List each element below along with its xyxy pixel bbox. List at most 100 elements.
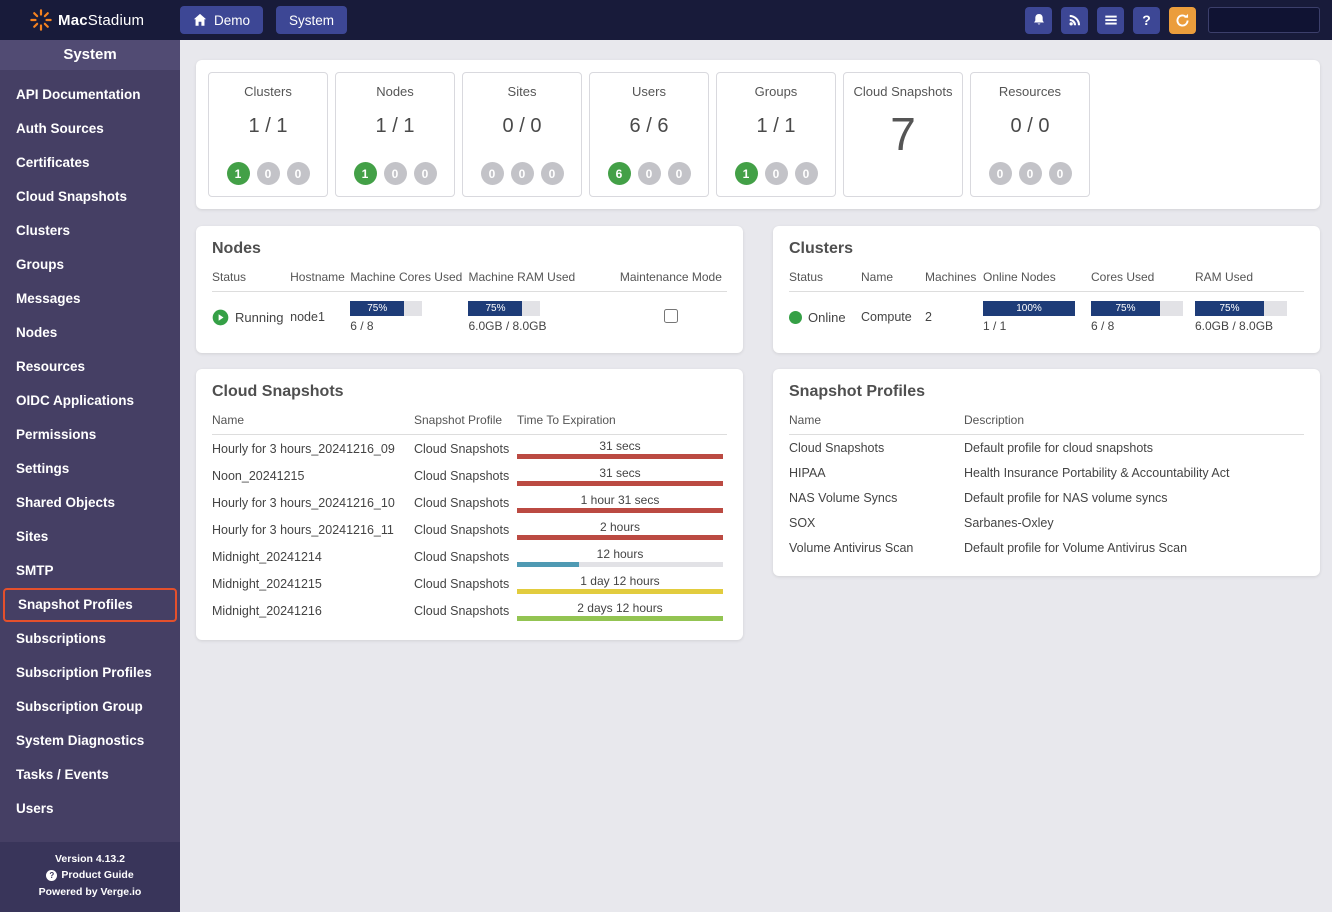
- profile-row[interactable]: Cloud Snapshots Default profile for clou…: [789, 435, 1304, 461]
- snapshot-row[interactable]: Midnight_20241215 Cloud Snapshots 1 day …: [212, 570, 727, 597]
- profile-description: Default profile for NAS volume syncs: [964, 485, 1304, 510]
- cluster-machines: 2: [925, 292, 983, 338]
- topbar-search-box[interactable]: [1208, 7, 1320, 33]
- maintenance-mode-checkbox[interactable]: [664, 309, 678, 323]
- cluster-row[interactable]: Online Compute 2 100% 1 / 1: [789, 292, 1304, 338]
- status-badge: 1: [354, 162, 377, 185]
- product-guide-label: Product Guide: [61, 867, 133, 883]
- macstadium-logo[interactable]: MacStadium: [0, 9, 180, 31]
- profile-name: Volume Antivirus Scan: [789, 535, 964, 560]
- status-badge: 0: [287, 162, 310, 185]
- status-badge: 6: [608, 162, 631, 185]
- sidebar-item-shared-objects[interactable]: Shared Objects: [0, 486, 180, 520]
- sidebar-item-messages[interactable]: Messages: [0, 282, 180, 316]
- status-badge: 0: [414, 162, 437, 185]
- profile-name: HIPAA: [789, 460, 964, 485]
- stat-title: Sites: [508, 84, 537, 99]
- stat-value: 0 / 0: [503, 115, 542, 138]
- snapshot-row[interactable]: Hourly for 3 hours_20241216_11 Cloud Sna…: [212, 516, 727, 543]
- main-content: Clusters 1 / 1 1 0 0 Nodes 1 / 1 1 0 0 S…: [180, 40, 1332, 912]
- snapshot-row[interactable]: Noon_20241215 Cloud Snapshots 31 secs: [212, 462, 727, 489]
- sidebar-item-smtp[interactable]: SMTP: [0, 554, 180, 588]
- profile-row[interactable]: HIPAA Health Insurance Portability & Acc…: [789, 460, 1304, 485]
- sidebar-item-cloud-snapshots[interactable]: Cloud Snapshots: [0, 180, 180, 214]
- cluster-status: Online: [808, 310, 846, 325]
- stat-box-resources[interactable]: Resources 0 / 0 0 0 0: [970, 72, 1090, 197]
- sidebar-item-nodes[interactable]: Nodes: [0, 316, 180, 350]
- stat-value: 1 / 1: [376, 115, 415, 138]
- online-nodes-detail: 1 / 1: [983, 319, 1087, 333]
- snapshot-row[interactable]: Hourly for 3 hours_20241216_09 Cloud Sna…: [212, 435, 727, 463]
- logs-button[interactable]: [1097, 7, 1124, 34]
- system-button[interactable]: System: [276, 6, 347, 34]
- nodes-table: Status Hostname Machine Cores Used Machi…: [212, 268, 727, 337]
- sidebar-section-title: System: [0, 40, 180, 70]
- sidebar-item-users[interactable]: Users: [0, 792, 180, 826]
- stat-title: Groups: [755, 84, 798, 99]
- sidebar-item-permissions[interactable]: Permissions: [0, 418, 180, 452]
- stat-title: Nodes: [376, 84, 414, 99]
- cores-used-detail: 6 / 8: [350, 319, 464, 333]
- node-row[interactable]: Running node1 75% 6 / 8: [212, 292, 727, 338]
- sidebar-item-oidc-applications[interactable]: OIDC Applications: [0, 384, 180, 418]
- snapshot-row[interactable]: Hourly for 3 hours_20241216_10 Cloud Sna…: [212, 489, 727, 516]
- profile-row[interactable]: Volume Antivirus Scan Default profile fo…: [789, 535, 1304, 560]
- sidebar-item-resources[interactable]: Resources: [0, 350, 180, 384]
- expiration-label: 31 secs: [517, 466, 723, 480]
- sidebar-item-clusters[interactable]: Clusters: [0, 214, 180, 248]
- clusters-card: Clusters Status Name Machines Online Nod…: [773, 226, 1320, 353]
- status-badge: 1: [735, 162, 758, 185]
- status-badge: 0: [257, 162, 280, 185]
- online-status-icon: [789, 311, 802, 324]
- feed-button[interactable]: [1061, 7, 1088, 34]
- column-header: Cores Used: [1091, 268, 1195, 292]
- stat-box-users[interactable]: Users 6 / 6 6 0 0: [589, 72, 709, 197]
- nodes-card: Nodes Status Hostname Machine Cores Used…: [196, 226, 743, 353]
- stat-box-nodes[interactable]: Nodes 1 / 1 1 0 0: [335, 72, 455, 197]
- stat-title: Users: [632, 84, 666, 99]
- snapshot-profile: Cloud Snapshots: [414, 516, 517, 543]
- status-badge: 0: [795, 162, 818, 185]
- sidebar-item-sites[interactable]: Sites: [0, 520, 180, 554]
- stat-box-cloud-snapshots[interactable]: Cloud Snapshots 7: [843, 72, 963, 197]
- stat-box-sites[interactable]: Sites 0 / 0 0 0 0: [462, 72, 582, 197]
- running-status-icon: [212, 309, 229, 326]
- sidebar-item-settings[interactable]: Settings: [0, 452, 180, 486]
- status-badge: 0: [638, 162, 661, 185]
- help-button[interactable]: ?: [1133, 7, 1160, 34]
- notifications-button[interactable]: [1025, 7, 1052, 34]
- snapshot-name: Midnight_20241215: [212, 570, 414, 597]
- sidebar-item-certificates[interactable]: Certificates: [0, 146, 180, 180]
- snapshot-profile: Cloud Snapshots: [414, 543, 517, 570]
- product-guide-link[interactable]: ? Product Guide: [6, 867, 174, 883]
- stat-value: 1 / 1: [249, 115, 288, 138]
- sidebar-item-api-documentation[interactable]: API Documentation: [0, 78, 180, 112]
- expiration-bar: [517, 481, 723, 486]
- column-header: RAM Used: [1195, 268, 1304, 292]
- sidebar-item-auth-sources[interactable]: Auth Sources: [0, 112, 180, 146]
- sidebar-item-subscription-profiles[interactable]: Subscription Profiles: [0, 656, 180, 690]
- status-badge: 0: [668, 162, 691, 185]
- profile-row[interactable]: SOX Sarbanes-Oxley: [789, 510, 1304, 535]
- snapshot-profiles-table: Name Description Cloud Snapshots Default…: [789, 411, 1304, 560]
- cores-used-detail: 6 / 8: [1091, 319, 1191, 333]
- sidebar-item-system-diagnostics[interactable]: System Diagnostics: [0, 724, 180, 758]
- demo-button[interactable]: Demo: [180, 6, 263, 34]
- sidebar-item-tasks-events[interactable]: Tasks / Events: [0, 758, 180, 792]
- sidebar-item-snapshot-profiles[interactable]: Snapshot Profiles: [3, 588, 177, 622]
- snapshot-name: Hourly for 3 hours_20241216_11: [212, 516, 414, 543]
- system-button-label: System: [289, 13, 334, 28]
- cores-used-bar: 75%: [350, 301, 422, 316]
- sidebar-item-subscriptions[interactable]: Subscriptions: [0, 622, 180, 656]
- sidebar-item-subscription-group[interactable]: Subscription Group: [0, 690, 180, 724]
- snapshot-row[interactable]: Midnight_20241214 Cloud Snapshots 12 hou…: [212, 543, 727, 570]
- column-header: Machine Cores Used: [350, 268, 468, 292]
- expiration-bar: [517, 616, 723, 621]
- refresh-button[interactable]: [1169, 7, 1196, 34]
- snapshot-row[interactable]: Midnight_20241216 Cloud Snapshots 2 days…: [212, 597, 727, 624]
- sidebar-item-groups[interactable]: Groups: [0, 248, 180, 282]
- stats-card: Clusters 1 / 1 1 0 0 Nodes 1 / 1 1 0 0 S…: [196, 60, 1320, 209]
- stat-box-clusters[interactable]: Clusters 1 / 1 1 0 0: [208, 72, 328, 197]
- stat-box-groups[interactable]: Groups 1 / 1 1 0 0: [716, 72, 836, 197]
- profile-row[interactable]: NAS Volume Syncs Default profile for NAS…: [789, 485, 1304, 510]
